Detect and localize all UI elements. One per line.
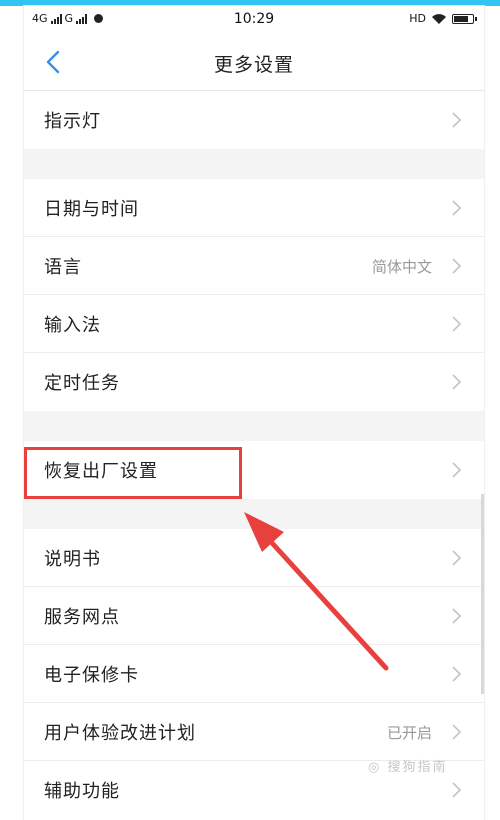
chevron-right-icon [452,112,462,128]
chevron-right-icon [452,200,462,216]
scrollbar-thumb[interactable] [481,494,484,694]
row-label: 输入法 [44,315,101,336]
chevron-right-icon [452,374,462,390]
section-gap [24,149,484,179]
row-label: 语言 [44,257,82,278]
row-value: 简体中文 [371,258,432,276]
row-label: 指示灯 [44,111,101,132]
status-bar: 4G G 10:29 HD [24,6,484,34]
settings-row-scheduled-tasks[interactable]: 定时任务 [24,353,484,411]
chevron-right-icon [452,258,462,274]
chevron-right-icon [452,724,462,740]
chevron-right-icon [452,462,462,478]
row-label: 用户体验改进计划 [44,723,196,744]
settings-row-e-warranty[interactable]: 电子保修卡 [24,645,484,703]
settings-row-input-method[interactable]: 输入法 [24,295,484,353]
chevron-right-icon [452,550,462,566]
row-label: 日期与时间 [44,199,139,220]
settings-row-manual[interactable]: 说明书 [24,529,484,587]
row-label: 服务网点 [44,607,120,628]
chevron-right-icon [452,782,462,798]
phone-screen: 4G G 10:29 HD 更多设置 指示灯 日期与时间 语言 简体中文 输入法… [24,6,484,820]
chevron-right-icon [452,316,462,332]
settings-row-date-time[interactable]: 日期与时间 [24,179,484,237]
row-label: 说明书 [44,549,101,570]
row-label: 辅助功能 [44,781,120,802]
chevron-right-icon [452,608,462,624]
row-label: 电子保修卡 [44,665,139,686]
highlight-annotation-box [24,447,242,499]
settings-row-indicator-light[interactable]: 指示灯 [24,91,484,149]
settings-row-ux-program[interactable]: 用户体验改进计划 已开启 [24,703,484,761]
row-label: 定时任务 [44,373,120,394]
hd-label: HD [409,12,426,25]
section-gap [24,411,484,441]
nav-bar: 更多设置 [24,34,484,91]
row-value: 已开启 [386,724,432,742]
settings-row-service-outlets[interactable]: 服务网点 [24,587,484,645]
page-title: 更多设置 [213,54,294,76]
settings-row-language[interactable]: 语言 简体中文 [24,237,484,295]
chevron-right-icon [452,666,462,682]
status-right: HD [409,12,477,25]
section-gap [24,499,484,529]
watermark: ◎ 搜狗指南 [368,760,448,775]
battery-icon [452,13,477,24]
wifi-icon [432,13,446,24]
